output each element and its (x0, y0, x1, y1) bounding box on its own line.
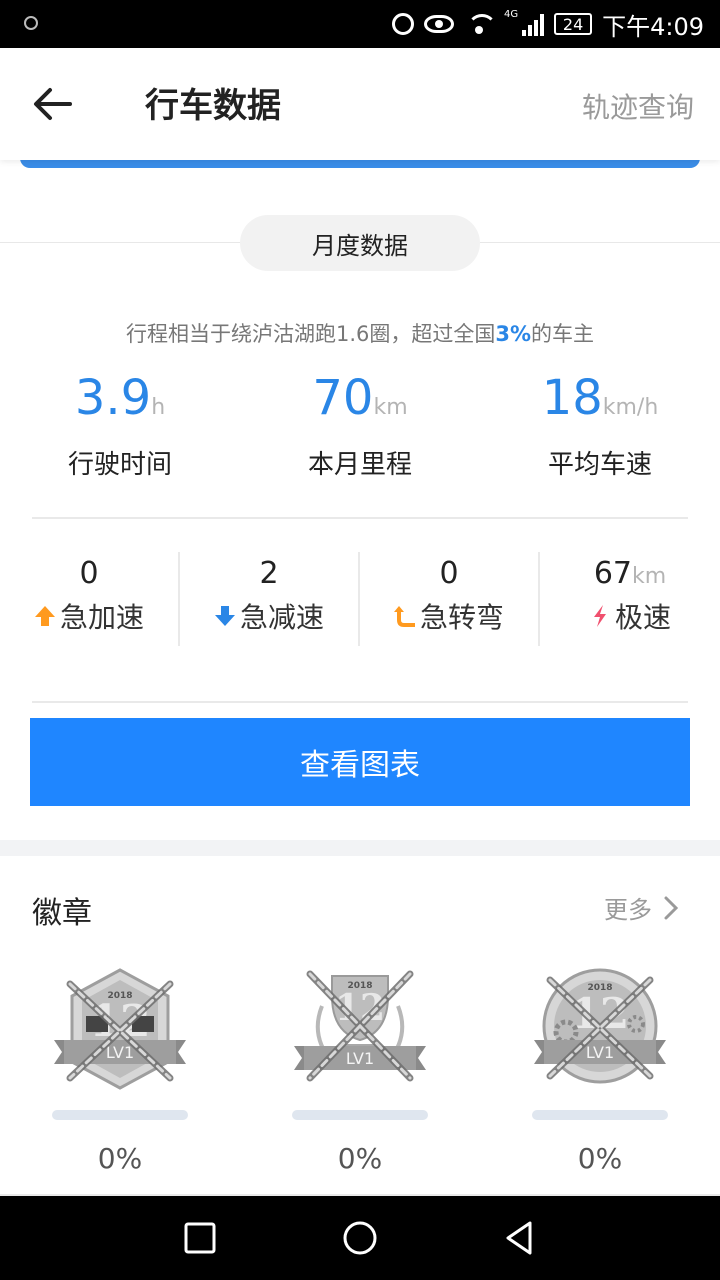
stats-divider (32, 517, 688, 519)
stat-unit: km (373, 395, 408, 420)
driving-label: 急转弯 (419, 601, 504, 634)
lightning-icon (593, 605, 606, 627)
badge-progress-bar (52, 1110, 188, 1120)
track-query-link[interactable]: 轨迹查询 (582, 86, 694, 126)
driving-item-top-speed: 67km 极速 (540, 552, 720, 646)
page-title: 行车数据 (145, 86, 281, 126)
summary-highlight: 3% (495, 322, 532, 346)
chevron-right-icon (664, 896, 679, 919)
more-label: 更多 (604, 896, 652, 924)
tab-monthly-data[interactable]: 月度数据 (240, 215, 480, 271)
eye-comfort-icon (423, 15, 454, 33)
triangle-back-icon (506, 1221, 532, 1255)
turn-icon (393, 606, 415, 627)
driving-item-hard-acceleration: 0 急加速 (0, 552, 180, 646)
arrow-up-icon (34, 606, 55, 626)
driving-label: 急加速 (59, 601, 144, 634)
arrow-down-icon (214, 606, 235, 626)
driving-item-hard-braking: 2 急减速 (180, 552, 360, 646)
badge-percent: 0% (337, 1142, 383, 1175)
badge-level: LV1 (346, 1049, 374, 1068)
stat-value: 70 (312, 370, 374, 426)
notification-icon (24, 16, 38, 30)
view-chart-button[interactable]: 查看图表 (30, 718, 690, 806)
driving-label: 急减速 (239, 601, 324, 634)
network-type: 4G (503, 8, 519, 20)
status-bar: 4G 24 下午4:09 (0, 0, 720, 48)
stat-label: 行驶时间 (67, 450, 172, 480)
stat-value: 18 (541, 370, 603, 426)
system-nav-bar (0, 1196, 720, 1280)
stat-unit: h (151, 395, 166, 420)
driving-divider (32, 701, 688, 703)
badge-progress-bar (532, 1110, 668, 1120)
square-icon (184, 1222, 216, 1254)
recents-button[interactable] (178, 1216, 222, 1260)
circle-icon (343, 1221, 377, 1255)
driving-value: 67km (593, 556, 667, 591)
arrow-left-icon (34, 88, 72, 120)
summary-text: 行程相当于绕泸沽湖跑1.6圈，超过全国3%的车主 (0, 318, 720, 348)
racing-badge-icon: 2018 12 LV1 (54, 968, 186, 1090)
driving-label: 极速 (614, 601, 671, 634)
battery-icon: 24 (554, 13, 593, 35)
badge-level: LV1 (106, 1043, 134, 1062)
driving-value: 0 (439, 556, 459, 591)
home-button[interactable] (338, 1216, 382, 1260)
summary-prefix: 行程相当于绕泸沽湖跑1.6圈，超过全国 (125, 322, 496, 346)
back-button[interactable] (30, 82, 82, 126)
stat-label: 平均车速 (547, 450, 652, 480)
gear-badge-icon: 2018 12 LV1 (534, 968, 666, 1084)
status-icons: 4G 24 下午4:09 (391, 8, 704, 41)
driving-value: 2 (259, 556, 279, 591)
stat-driving-time: 3.9h 行驶时间 (0, 370, 240, 481)
driving-value: 0 (79, 556, 99, 591)
badge-item[interactable]: 2018 12 LV1 0% (240, 960, 480, 1180)
summary-suffix: 的车主 (531, 322, 595, 346)
badge-item[interactable]: 2018 12 LV1 0% (480, 960, 720, 1180)
status-time: 下午4:09 (602, 12, 704, 41)
signal-icon (522, 12, 545, 36)
badge-level: LV1 (586, 1043, 614, 1062)
alarm-icon (391, 13, 414, 35)
badges-more-link[interactable]: 更多 (604, 890, 680, 925)
stat-unit: km/h (602, 395, 659, 420)
badge-percent: 0% (97, 1142, 143, 1175)
badge-item[interactable]: 2018 12 LV1 0% (0, 960, 240, 1180)
app-header: 行车数据 轨迹查询 (0, 48, 720, 160)
driving-item-sharp-turn: 0 急转弯 (360, 552, 540, 646)
stat-value: 3.9 (74, 370, 152, 426)
stat-label: 本月里程 (307, 450, 412, 480)
stat-monthly-mileage: 70km 本月里程 (240, 370, 480, 481)
section-separator (0, 840, 720, 856)
badge-percent: 0% (577, 1142, 623, 1175)
stat-average-speed: 18km/h 平均车速 (480, 370, 720, 481)
nav-back-button[interactable] (498, 1216, 542, 1260)
trophy-badge-icon: 2018 12 LV1 (294, 970, 426, 1082)
wifi-icon (464, 12, 497, 36)
badge-progress-bar (292, 1110, 428, 1120)
badges-title: 徽章 (32, 896, 92, 931)
